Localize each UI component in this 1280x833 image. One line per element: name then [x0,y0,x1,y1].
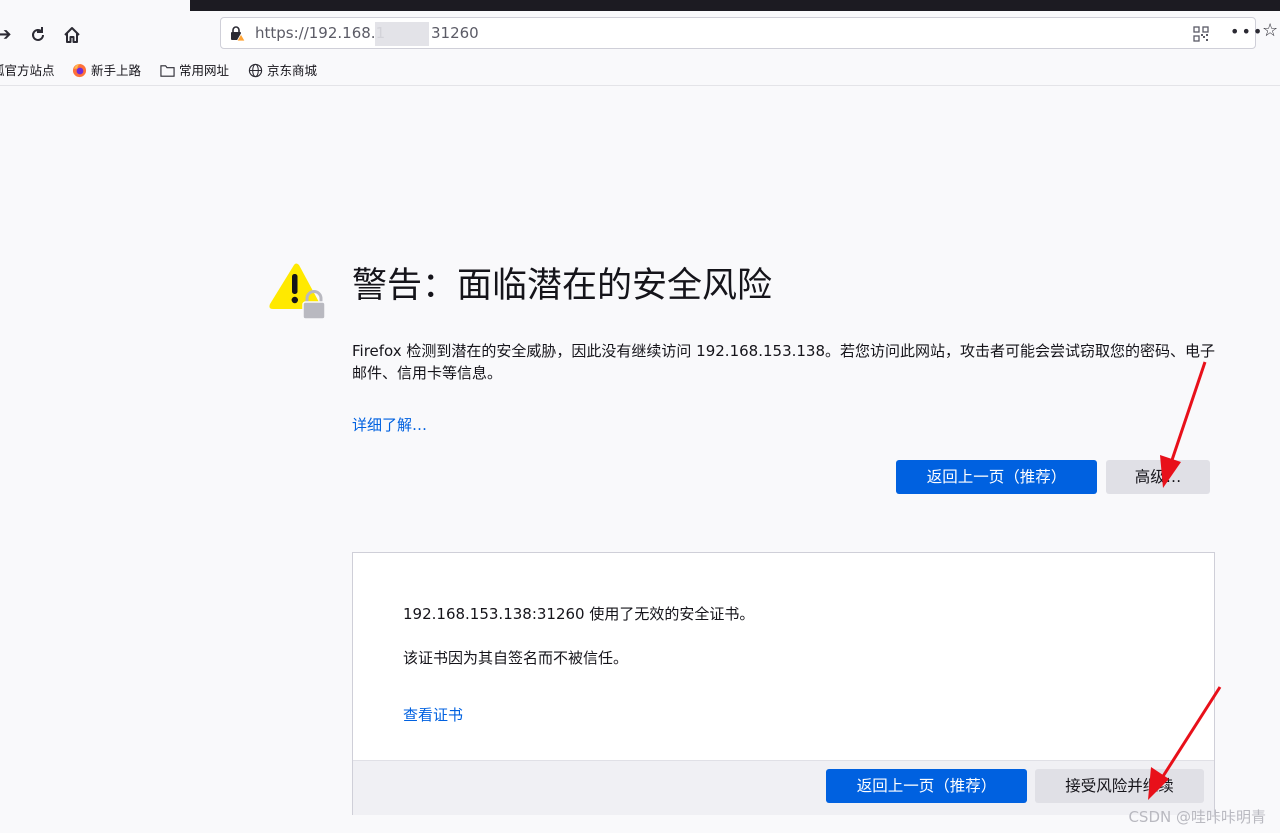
globe-icon [248,63,263,78]
home-icon[interactable] [62,25,82,45]
bookmarks-toolbar: 狐官方站点 新手上路 常用网址 京东商城 [0,57,1280,85]
page-title: 警告：面临潜在的安全风险 [352,266,773,306]
advanced-button[interactable]: 高级… [1106,460,1210,494]
bookmark-label: 京东商城 [267,63,318,78]
bookmark-item[interactable]: 新手上路 [72,63,141,79]
bookmark-item[interactable]: 狐官方站点 [0,63,55,79]
window-edge [0,0,190,11]
self-signed-text: 该证书因为其自签名而不被信任。 [403,649,629,667]
bookmark-label: 常用网址 [179,63,230,78]
page-actions-more-icon[interactable]: ••• [1230,22,1264,41]
bookmark-label: 狐官方站点 [0,63,55,78]
go-back-button[interactable]: 返回上一页（推荐） [896,460,1097,494]
bookmark-label: 新手上路 [91,63,142,78]
insecure-lock-icon[interactable] [229,25,245,41]
go-back-button-secondary[interactable]: 返回上一页（推荐） [826,769,1027,803]
url-text: https://192.168.1 [255,24,386,42]
bookmark-star-icon[interactable]: ☆ [1262,20,1278,41]
url-redaction [375,22,429,46]
warning-description: Firefox 检测到潜在的安全威胁，因此没有继续访问 192.168.153.… [352,342,1216,382]
qr-code-icon[interactable] [1193,26,1209,42]
watermark: CSDN @哇咔咔明青 [1128,808,1266,826]
nav-toolbar: ➔ https://192.168.1 31260 ••• ☆ [0,11,1280,57]
accept-risk-button[interactable]: 接受风险并继续 [1035,769,1204,803]
invalid-cert-text: 192.168.153.138:31260 使用了无效的安全证书。 [403,605,755,623]
bookmark-item[interactable]: 京东商城 [248,63,317,79]
bookmark-folder[interactable]: 常用网址 [160,63,229,79]
toolbar-divider [0,85,1280,86]
reload-icon[interactable] [28,25,48,45]
view-certificate-link[interactable]: 查看证书 [403,704,463,726]
folder-icon [160,65,175,77]
firefox-icon [72,63,87,78]
warning-lock-icon [269,263,326,320]
window-title-strip [190,0,1280,11]
forward-icon[interactable]: ➔ [0,25,14,45]
learn-more-link[interactable]: 详细了解… [352,414,427,436]
url-bar[interactable]: https://192.168.1 31260 [220,17,1256,49]
url-text-suffix: 31260 [431,24,479,42]
